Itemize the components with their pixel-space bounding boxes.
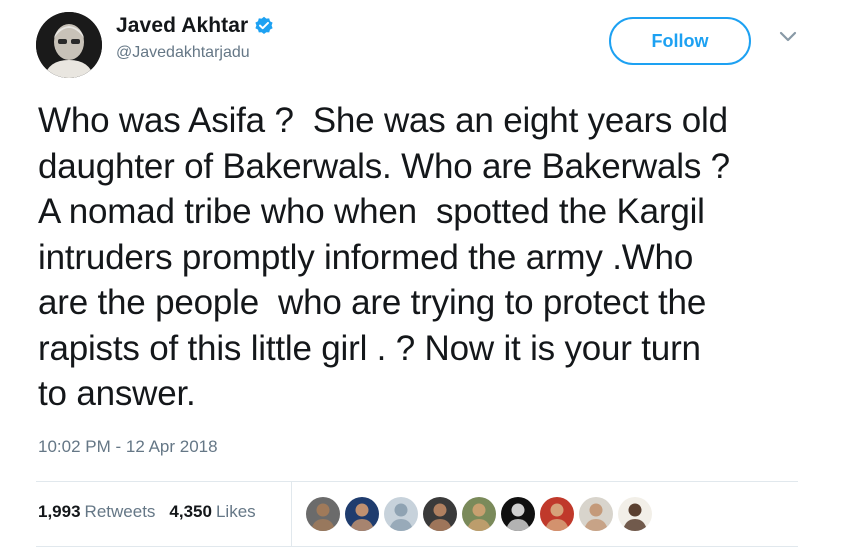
liker-avatar-icon[interactable] (618, 497, 652, 531)
follow-button[interactable]: Follow (609, 17, 751, 65)
profile-avatar[interactable] (36, 12, 102, 78)
default-avatar-icon[interactable] (384, 497, 418, 531)
tweet-text: Who was Asifa ? She was an eight years o… (38, 101, 730, 413)
liker-avatar-icon[interactable] (306, 497, 340, 531)
author-handle[interactable]: @Javedakhtarjadu (116, 44, 274, 62)
retweets-stat[interactable]: 1,993 Retweets (38, 502, 169, 522)
verified-badge-icon (254, 16, 274, 36)
liker-avatars (306, 497, 657, 531)
profile-photo-icon (36, 12, 102, 78)
author-info: Javed Akhtar @Javedakhtarjadu (116, 14, 274, 62)
liker-avatar-icon[interactable] (579, 497, 613, 531)
chevron-down-icon[interactable] (778, 30, 798, 44)
liker-avatar-icon[interactable] (345, 497, 379, 531)
author-display-name[interactable]: Javed Akhtar (116, 14, 248, 38)
likes-count: 4,350 (169, 502, 212, 521)
retweets-count: 1,993 (38, 502, 81, 521)
retweets-label: Retweets (84, 502, 156, 521)
liker-avatar-icon[interactable] (462, 497, 496, 531)
tweet-header: Javed Akhtar @Javedakhtarjadu Follow (0, 0, 850, 90)
stats-top-divider (36, 481, 798, 482)
liker-avatar-icon[interactable] (540, 497, 574, 531)
author-name-row: Javed Akhtar (116, 14, 274, 38)
liker-avatar-icon[interactable] (501, 497, 535, 531)
tweet-timestamp[interactable]: 10:02 PM - 12 Apr 2018 (38, 437, 218, 457)
likes-stat[interactable]: 4,350 Likes (169, 502, 269, 522)
tweet-stats: 1,993 Retweets 4,350 Likes (38, 502, 270, 522)
likes-label: Likes (215, 502, 256, 521)
liker-avatar-icon[interactable] (423, 497, 457, 531)
stats-bottom-divider (36, 546, 798, 547)
stats-separator (291, 482, 292, 546)
